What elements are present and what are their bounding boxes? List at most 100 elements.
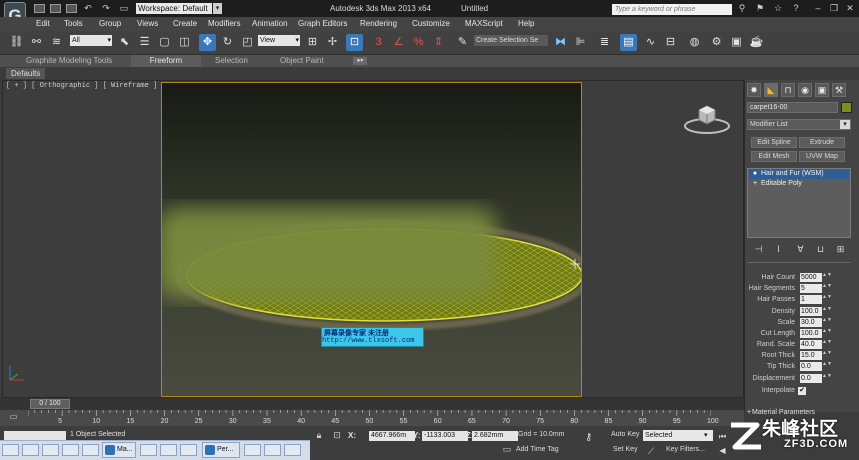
- tab-object-paint[interactable]: Object Paint: [280, 55, 324, 67]
- param-value[interactable]: 1: [800, 295, 822, 304]
- y-coordinate-field[interactable]: -1133.003: [422, 431, 468, 441]
- taskbar-window-icon[interactable]: [160, 444, 177, 456]
- undo-icon[interactable]: ↶: [82, 3, 94, 14]
- modify-icon[interactable]: ◣: [764, 83, 778, 97]
- key-filter-icon[interactable]: ⟋: [645, 446, 657, 457]
- make-unique-icon[interactable]: ∀: [794, 243, 807, 255]
- lightbulb-icon[interactable]: ●: [751, 170, 759, 178]
- redo-icon[interactable]: ↷: [100, 3, 112, 14]
- modifier-list-dropdown[interactable]: Modifier List: [747, 119, 851, 130]
- param-value[interactable]: 0.0: [800, 374, 822, 383]
- new-scene-icon[interactable]: [34, 4, 45, 13]
- spinner-icon[interactable]: ▲▼: [822, 362, 832, 371]
- taskbar-button-max[interactable]: Ma...: [102, 442, 136, 458]
- display-icon[interactable]: ▣: [815, 83, 829, 97]
- edit-named-sets-icon[interactable]: ✎: [454, 34, 471, 51]
- param-value[interactable]: 100.0: [800, 307, 822, 316]
- favorites-icon[interactable]: ☆: [772, 3, 784, 14]
- edit-mesh-button[interactable]: Edit Mesh: [751, 151, 797, 162]
- taskbar-window-icon[interactable]: [244, 444, 261, 456]
- taskbar-quick-launch-icon[interactable]: [22, 444, 39, 456]
- stack-item-editable-poly[interactable]: Editable Poly: [749, 179, 849, 189]
- tab-graphite-modeling-tools[interactable]: Graphite Modeling Tools: [26, 55, 112, 67]
- pivot-icon[interactable]: ⊞: [304, 34, 321, 51]
- param-value[interactable]: 40.0: [800, 340, 822, 349]
- snap-3-icon[interactable]: 3: [370, 34, 387, 51]
- uvw-map-button[interactable]: UVW Map: [799, 151, 845, 162]
- link-icon[interactable]: ⛓: [8, 34, 25, 51]
- menu-maxscript[interactable]: MAXScript: [465, 17, 503, 31]
- taskbar-window-icon[interactable]: [284, 444, 301, 456]
- reference-coordinate-dropdown[interactable]: View: [258, 35, 300, 46]
- restore-icon[interactable]: ❐: [828, 3, 840, 14]
- spinner-icon[interactable]: ▲▼: [822, 284, 832, 293]
- curve-editor-icon[interactable]: ∿: [642, 34, 659, 51]
- object-name-field[interactable]: carpet16-00: [747, 102, 838, 113]
- taskbar-button-per[interactable]: Per...: [202, 442, 240, 458]
- taskbar-window-icon[interactable]: [264, 444, 281, 456]
- add-time-tag-button[interactable]: Add Time Tag: [516, 446, 559, 453]
- lock-selection-icon[interactable]: 🔒︎: [313, 430, 325, 441]
- param-value[interactable]: 5: [800, 284, 822, 293]
- menu-group[interactable]: Group: [99, 17, 121, 31]
- spinner-icon[interactable]: ▲▼: [822, 351, 832, 360]
- help-icon[interactable]: ?: [790, 3, 802, 14]
- menu-modifiers[interactable]: Modifiers: [208, 17, 240, 31]
- named-selection-set-dropdown[interactable]: Create Selection Se: [474, 35, 548, 46]
- taskbar-quick-launch-icon[interactable]: [82, 444, 99, 456]
- ribbon-options-icon[interactable]: ●▾: [353, 57, 367, 65]
- hierarchy-icon[interactable]: ⊓: [781, 83, 795, 97]
- utilities-icon[interactable]: ⚒: [832, 83, 846, 97]
- menu-tools[interactable]: Tools: [64, 17, 83, 31]
- save-file-icon[interactable]: [66, 4, 77, 13]
- open-file-icon[interactable]: [50, 4, 61, 13]
- hold-icon[interactable]: ▭: [118, 3, 130, 14]
- configure-sets-icon[interactable]: ⊞: [834, 243, 847, 255]
- scale-icon[interactable]: ◰: [239, 34, 256, 51]
- menu-views[interactable]: Views: [137, 17, 158, 31]
- search-icon[interactable]: ⚲: [736, 3, 748, 14]
- select-manipulate-icon[interactable]: ✢: [324, 34, 341, 51]
- spinner-snap-icon[interactable]: ⇕: [430, 34, 447, 51]
- pin-stack-icon[interactable]: ⊣: [752, 243, 765, 255]
- param-value[interactable]: 5000: [800, 273, 822, 282]
- expand-plus-icon[interactable]: +: [751, 180, 759, 188]
- param-value[interactable]: 15.0: [800, 351, 822, 360]
- open-mini-curve-editor-icon[interactable]: ▭: [7, 412, 20, 422]
- time-slider[interactable]: [0, 398, 744, 410]
- material-editor-icon[interactable]: ◍: [686, 34, 703, 51]
- schematic-view-icon[interactable]: ⊟: [662, 34, 679, 51]
- safe-frame[interactable]: [161, 82, 582, 397]
- param-value[interactable]: 30.0: [800, 318, 822, 327]
- time-slider-thumb[interactable]: 0 / 100: [30, 399, 70, 409]
- rect-selection-icon[interactable]: ▢: [156, 34, 173, 51]
- extrude-button[interactable]: Extrude: [799, 137, 845, 148]
- angle-snap-icon[interactable]: ∠: [390, 34, 407, 51]
- set-key-icon[interactable]: ⚷: [585, 432, 607, 444]
- taskbar-window-icon[interactable]: [140, 444, 157, 456]
- spinner-icon[interactable]: ▲▼: [822, 340, 832, 349]
- render-setup-icon[interactable]: ⚙: [708, 34, 725, 51]
- menu-help[interactable]: Help: [518, 17, 534, 31]
- window-crossing-icon[interactable]: ◫: [176, 34, 193, 51]
- object-color-swatch[interactable]: [841, 102, 852, 113]
- z-coordinate-field[interactable]: 2.682mm: [472, 431, 518, 441]
- chevron-down-icon[interactable]: ▾: [213, 3, 222, 14]
- spinner-icon[interactable]: ▲▼: [822, 273, 832, 282]
- x-coordinate-field[interactable]: 4667.966m: [369, 431, 415, 441]
- tab-defaults[interactable]: Defaults: [6, 68, 46, 79]
- viewport-label[interactable]: [ + ] [ Orthographic ] [ Wireframe ]: [6, 82, 157, 90]
- tab-freeform[interactable]: Freeform: [131, 55, 201, 67]
- chevron-down-icon[interactable]: ▾: [840, 120, 850, 129]
- mirror-icon[interactable]: ⧓: [552, 34, 569, 51]
- spinner-icon[interactable]: ▲▼: [822, 307, 832, 316]
- align-icon[interactable]: ⊫: [572, 34, 589, 51]
- absolute-mode-icon[interactable]: ⊡: [331, 430, 343, 441]
- tab-selection[interactable]: Selection: [215, 55, 248, 67]
- interpolate-checkbox[interactable]: ✔: [798, 387, 806, 395]
- rendered-frame-icon[interactable]: ▣: [728, 34, 745, 51]
- motion-icon[interactable]: ◉: [798, 83, 812, 97]
- spinner-icon[interactable]: ▲▼: [822, 295, 832, 304]
- param-value[interactable]: 0.0: [800, 362, 822, 371]
- taskbar-quick-launch-icon[interactable]: [62, 444, 79, 456]
